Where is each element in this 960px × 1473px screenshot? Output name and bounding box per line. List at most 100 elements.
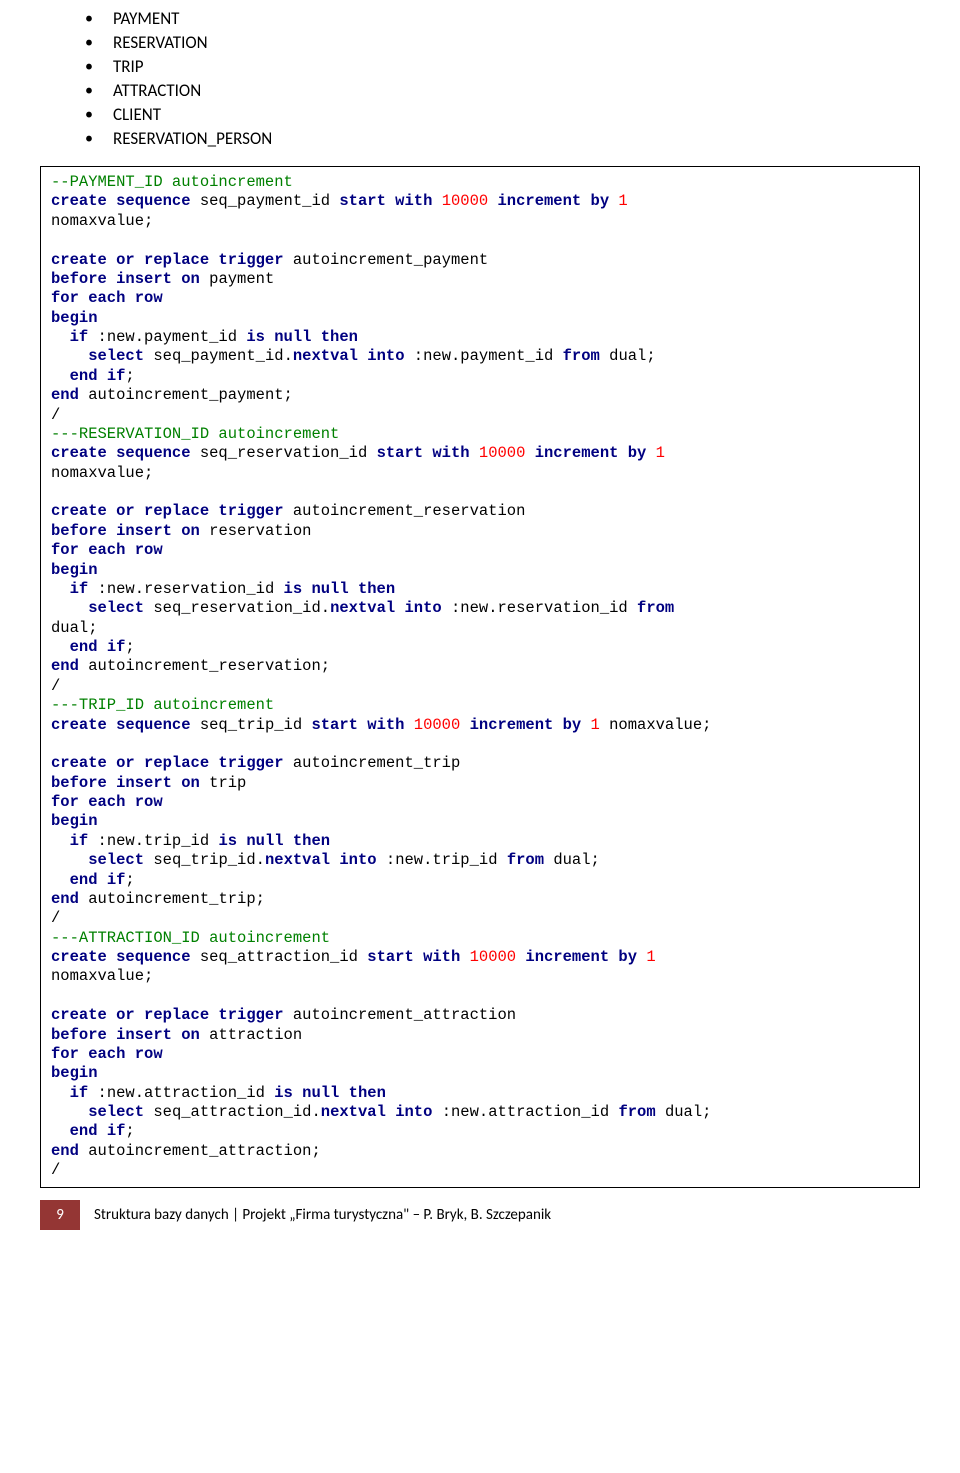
bullet-text: TRIP [113, 56, 144, 78]
code-keyword: increment by [498, 192, 619, 210]
code-ident: dual; [665, 1103, 712, 1121]
code-keyword: nextval into [321, 1103, 442, 1121]
code-ident: seq_trip_id [200, 716, 312, 734]
bullet-text: ATTRACTION [113, 80, 201, 102]
bullet-icon: • [85, 8, 93, 30]
code-keyword: for each row [51, 793, 163, 811]
bullet-icon: • [85, 104, 93, 126]
code-keyword: begin [51, 561, 98, 579]
code-keyword: begin [51, 812, 98, 830]
code-keyword: start with [339, 192, 441, 210]
bullet-text: RESERVATION_PERSON [113, 128, 272, 150]
code-keyword: if [51, 1084, 98, 1102]
code-number: 1 [591, 716, 610, 734]
code-ident: / [51, 677, 60, 695]
code-ident: nomaxvalue; [609, 716, 711, 734]
code-ident: seq_trip_id. [153, 851, 265, 869]
code-ident: / [51, 909, 60, 927]
code-ident: seq_reservation_id. [153, 599, 330, 617]
bullet-text: CLIENT [113, 104, 161, 126]
code-keyword: increment by [525, 948, 646, 966]
list-item: •RESERVATION [40, 32, 920, 54]
code-keyword: before insert on [51, 270, 209, 288]
code-keyword: before insert on [51, 1026, 209, 1044]
code-keyword: select [51, 851, 153, 869]
code-ident: payment [209, 270, 274, 288]
code-comment: ---TRIP_ID autoincrement [51, 696, 274, 714]
code-ident: ; [125, 1122, 134, 1140]
code-ident: :new.trip_id [386, 851, 507, 869]
code-number: 10000 [470, 948, 526, 966]
code-keyword: from [507, 851, 554, 869]
code-ident: / [51, 406, 60, 424]
code-keyword: if [51, 580, 98, 598]
list-item: • CLIENT [40, 104, 920, 126]
code-number: 1 [646, 948, 655, 966]
code-keyword: start with [377, 444, 479, 462]
code-ident: trip [209, 774, 246, 792]
bullet-icon: • [85, 128, 93, 150]
code-keyword: nextval into [265, 851, 386, 869]
code-keyword: from [637, 599, 674, 617]
code-ident: seq_payment_id [200, 192, 340, 210]
footer-text: Struktura bazy danych | Projekt „Firma t… [94, 1206, 551, 1224]
code-keyword: end [51, 657, 88, 675]
code-keyword: before insert on [51, 774, 209, 792]
bullet-list: •PAYMENT •RESERVATION •TRIP •ATTRACTION … [40, 8, 920, 150]
list-item: • PAYMENT [40, 8, 920, 30]
code-keyword: create sequence [51, 192, 200, 210]
code-keyword: is null then [274, 1084, 386, 1102]
code-ident: :new.reservation_id [451, 599, 637, 617]
code-ident: autoincrement_reservation [293, 502, 526, 520]
code-keyword: for each row [51, 289, 163, 307]
code-keyword: start with [311, 716, 413, 734]
code-keyword: end [51, 890, 88, 908]
code-keyword: is null then [246, 328, 358, 346]
code-keyword: is null then [284, 580, 396, 598]
bullet-icon: • [85, 80, 93, 102]
code-ident: nomaxvalue; [51, 967, 153, 985]
code-block: --PAYMENT_ID autoincrement create sequen… [40, 166, 920, 1188]
code-comment: --PAYMENT_ID autoincrement [51, 173, 293, 191]
list-item: • TRIP [40, 56, 920, 78]
code-keyword: create or replace trigger [51, 251, 293, 269]
code-keyword: end if [51, 367, 125, 385]
list-item: • ATTRACTION [40, 80, 920, 102]
list-item: • RESERVATION_PERSON [40, 128, 920, 150]
code-keyword: nextval into [330, 599, 451, 617]
bullet-text: PAYMENT [113, 8, 180, 30]
code-ident: reservation [209, 522, 311, 540]
code-ident: :new.payment_id [98, 328, 247, 346]
code-ident: :new.attraction_id [442, 1103, 619, 1121]
code-keyword: for each row [51, 541, 163, 559]
code-keyword: create sequence [51, 444, 200, 462]
bullet-icon: • [85, 32, 93, 54]
code-ident: ; [125, 638, 134, 656]
bullet-icon: • [85, 56, 93, 78]
page-footer: 9 Struktura bazy danych | Projekt „Firma… [40, 1200, 920, 1230]
code-keyword: before insert on [51, 522, 209, 540]
code-ident: dual; [51, 619, 98, 637]
code-keyword: if [51, 832, 98, 850]
code-keyword: create sequence [51, 716, 200, 734]
code-keyword: start with [367, 948, 469, 966]
code-ident: ; [125, 871, 134, 889]
code-number: 10000 [414, 716, 470, 734]
code-ident: autoincrement_reservation; [88, 657, 330, 675]
code-keyword: create or replace trigger [51, 1006, 293, 1024]
code-keyword: is null then [218, 832, 330, 850]
page-number: 9 [40, 1200, 80, 1230]
code-ident: autoincrement_attraction [293, 1006, 516, 1024]
code-comment: ---ATTRACTION_ID autoincrement [51, 929, 330, 947]
code-keyword: begin [51, 1064, 98, 1082]
code-ident: seq_reservation_id [200, 444, 377, 462]
code-number: 10000 [479, 444, 535, 462]
code-keyword: create sequence [51, 948, 200, 966]
code-keyword: create or replace trigger [51, 502, 293, 520]
code-keyword: end [51, 386, 88, 404]
code-keyword: end if [51, 1122, 125, 1140]
code-number: 1 [656, 444, 665, 462]
code-ident: / [51, 1161, 60, 1179]
code-ident: dual; [553, 851, 600, 869]
code-keyword: select [51, 1103, 153, 1121]
